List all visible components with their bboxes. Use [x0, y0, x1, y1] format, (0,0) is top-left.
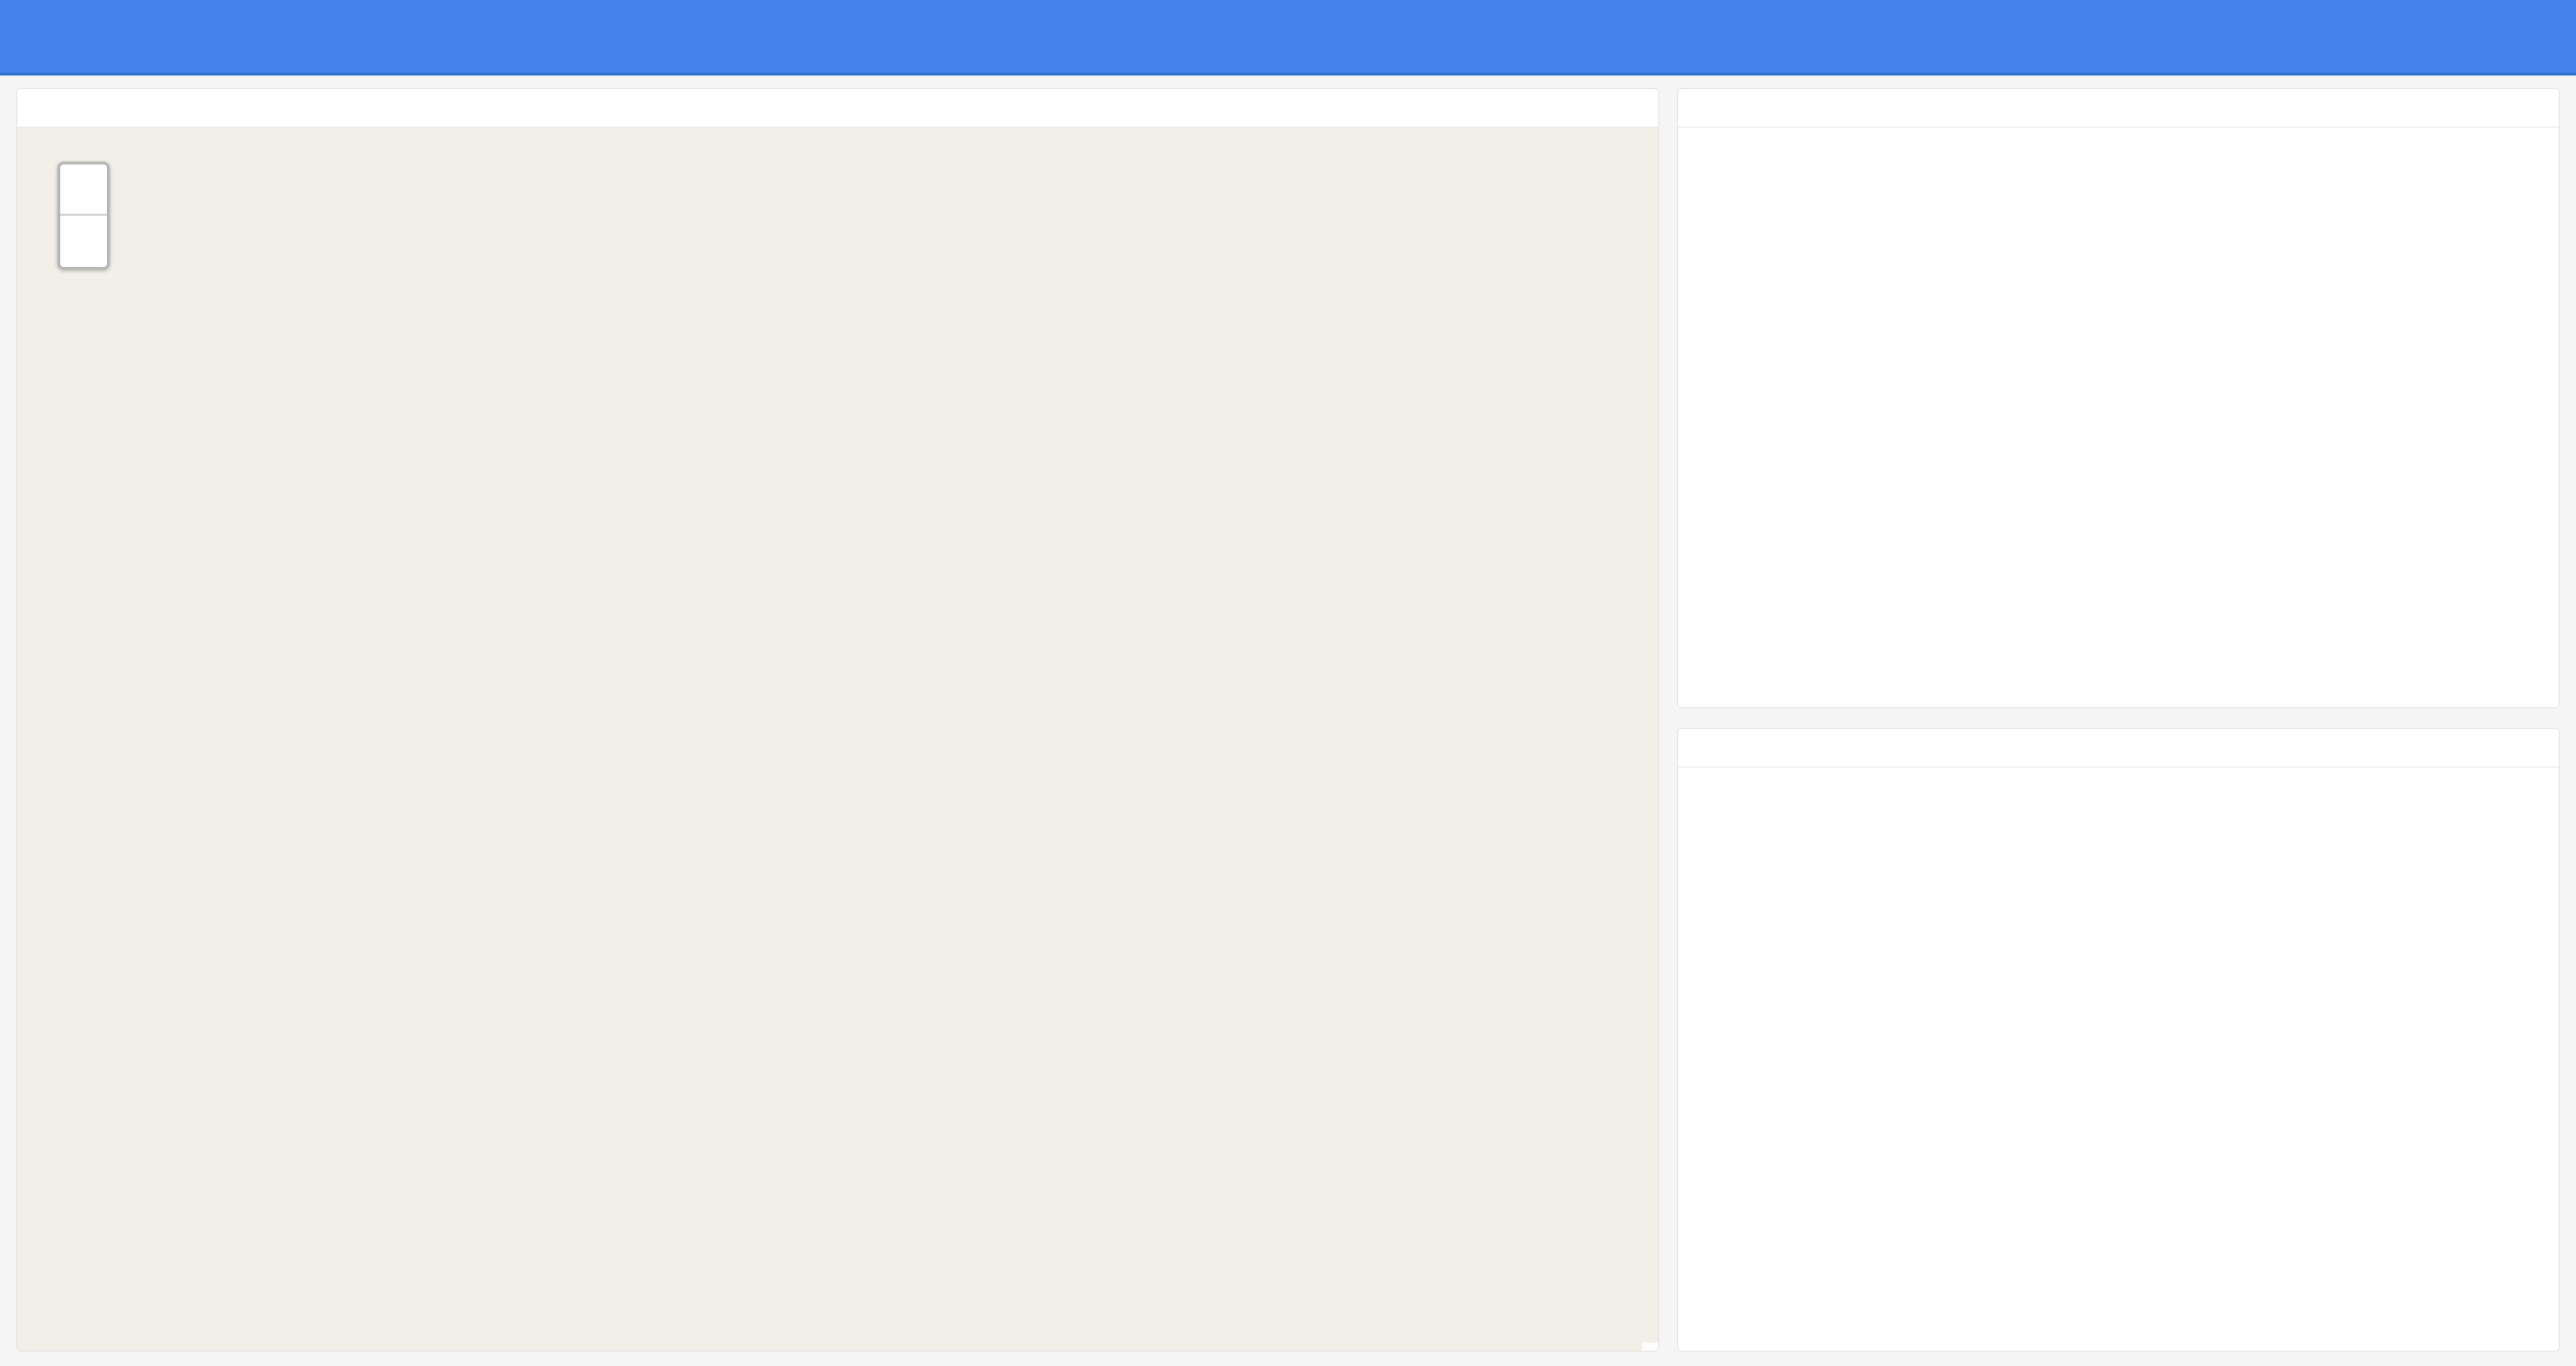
zoom-in-button[interactable] — [60, 164, 107, 216]
fatalities-line-chart — [1678, 128, 2559, 667]
chart-panel-header — [1678, 89, 2559, 128]
navbar — [0, 0, 2576, 75]
map-panel-body — [17, 128, 1658, 1351]
right-column — [1677, 88, 2560, 1352]
info-panel — [1677, 728, 2560, 1352]
info-panel-body — [1678, 767, 2559, 1351]
leaflet-map[interactable] — [17, 128, 1658, 1351]
map-geography — [17, 128, 1658, 1287]
map-column — [16, 88, 1659, 1352]
map-panel — [16, 88, 1659, 1352]
dashboard-grid — [0, 75, 2576, 1366]
info-panel-header — [1678, 729, 2559, 767]
zoom-out-button[interactable] — [60, 216, 107, 267]
map-panel-header — [17, 89, 1658, 128]
map-attribution — [1642, 1343, 1658, 1351]
map-zoom-controls[interactable] — [58, 162, 110, 270]
chart-panel-body — [1678, 128, 2559, 707]
chart-container — [1678, 128, 2559, 707]
chart-panel — [1677, 88, 2560, 708]
